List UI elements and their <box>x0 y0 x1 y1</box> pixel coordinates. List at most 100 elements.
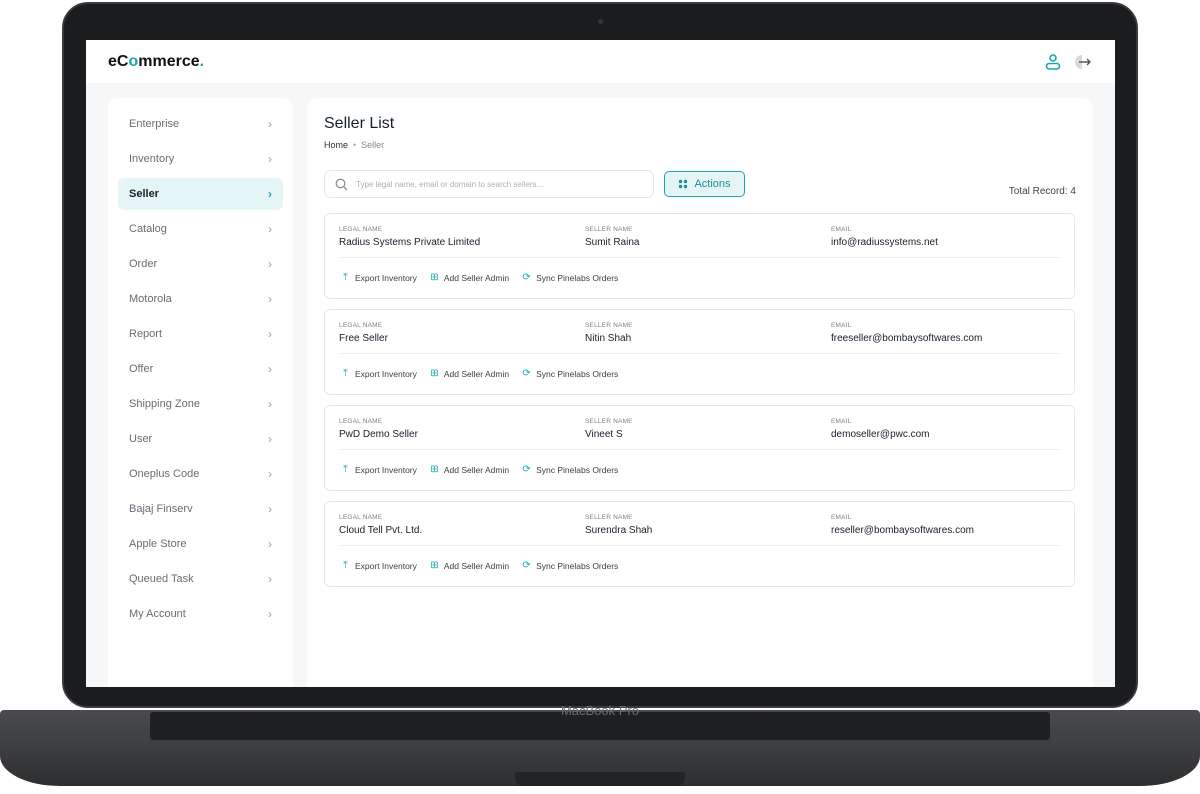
grid-icon <box>679 179 688 189</box>
plus-square-icon: ⊞ <box>430 272 439 283</box>
sidebar-item-label: Shipping Zone <box>129 398 200 410</box>
total-record: Total Record: 4 <box>1008 186 1076 197</box>
sidebar: Enterprise › Inventory › Seller › Catalog › Orde… <box>108 98 293 687</box>
add-seller-admin-button[interactable]: ⊞ Add Seller Admin <box>429 272 509 283</box>
sidebar-item-inventory[interactable]: Inventory › <box>118 143 283 175</box>
export-inventory-button[interactable]: ⤒ Export Inventory <box>340 464 417 475</box>
legal-label: Legal Name <box>339 418 383 425</box>
logo[interactable]: eCommerce. <box>108 53 204 71</box>
export-label: Export Inventory <box>355 464 417 475</box>
sidebar-item-label: Bajaj Finserv <box>129 503 193 515</box>
seller-field: Seller Name Sumit Raina <box>585 226 639 248</box>
sidebar-item-seller[interactable]: Seller › <box>118 178 283 210</box>
export-inventory-button[interactable]: ⤒ Export Inventory <box>340 560 417 571</box>
breadcrumb-home[interactable]: Home <box>324 140 348 150</box>
legal-field: Legal Name PwD Demo Seller <box>339 418 418 440</box>
legal-value: Radius Systems Private Limited <box>339 237 481 248</box>
search-box[interactable] <box>324 170 654 198</box>
legal-field: Legal Name Radius Systems Private Limited <box>339 226 480 248</box>
sidebar-item-order[interactable]: Order › <box>118 248 283 280</box>
legal-value: PwD Demo Seller <box>339 429 418 440</box>
top-bar: eCommerce. <box>86 40 1115 83</box>
sidebar-item-queued-task[interactable]: Queued Task › <box>118 563 283 595</box>
seller-value: Surendra Shah <box>585 525 653 536</box>
sync-icon: ⟳ <box>522 368 531 379</box>
logout-icon[interactable] <box>1074 54 1092 70</box>
trackpad-notch <box>515 772 685 786</box>
sync-pinelabs-orders-button[interactable]: ⟳ Sync Pinelabs Orders <box>521 272 618 283</box>
sidebar-item-bajaj-finserv[interactable]: Bajaj Finserv › <box>118 493 283 525</box>
chevron-right-icon: › <box>268 117 272 131</box>
legal-field: Legal Name Cloud Tell Pvt. Ltd. <box>339 514 422 536</box>
email-value: demoseller@pwc.com <box>831 429 930 440</box>
add-admin-label: Add Seller Admin <box>443 560 510 571</box>
sidebar-item-my-account[interactable]: My Account › <box>118 598 283 630</box>
seller-label: Seller Name <box>585 418 633 425</box>
seller-card[interactable]: Legal Name PwD Demo Seller Seller Name Vine… <box>324 405 1075 491</box>
breadcrumb: Home • Seller <box>324 140 385 150</box>
upload-icon: ⤒ <box>343 560 348 571</box>
sidebar-item-label: Offer <box>129 363 154 375</box>
chevron-right-icon: › <box>268 222 272 236</box>
export-label: Export Inventory <box>355 272 417 283</box>
seller-label: Seller Name <box>585 514 633 521</box>
chevron-right-icon: › <box>268 502 272 516</box>
sidebar-item-apple-store[interactable]: Apple Store › <box>118 528 283 560</box>
add-seller-admin-button[interactable]: ⊞ Add Seller Admin <box>429 368 509 379</box>
export-inventory-button[interactable]: ⤒ Export Inventory <box>340 368 417 379</box>
chevron-right-icon: › <box>268 152 272 166</box>
legal-label: Legal Name <box>339 226 383 233</box>
divider <box>339 353 1060 354</box>
email-field: Email info@radiussystems.net <box>831 226 938 248</box>
chevron-right-icon: › <box>268 432 272 446</box>
sidebar-item-label: Inventory <box>129 153 175 165</box>
seller-card[interactable]: Legal Name Radius Systems Private Limited… <box>324 213 1075 299</box>
sidebar-item-catalog[interactable]: Catalog › <box>118 213 283 245</box>
email-field: Email demoseller@pwc.com <box>831 418 930 440</box>
sidebar-item-report[interactable]: Report › <box>118 318 283 350</box>
legal-value: Free Seller <box>339 333 388 344</box>
email-value: reseller@bombaysoftwares.com <box>831 525 974 536</box>
sidebar-item-motorola[interactable]: Motorola › <box>118 283 283 315</box>
chevron-right-icon: › <box>268 397 272 411</box>
sync-icon: ⟳ <box>522 464 531 475</box>
chevron-right-icon: › <box>268 607 272 621</box>
add-seller-admin-button[interactable]: ⊞ Add Seller Admin <box>429 464 509 475</box>
seller-card[interactable]: Legal Name Cloud Tell Pvt. Ltd. Seller Nam… <box>324 501 1075 587</box>
sidebar-item-enterprise[interactable]: Enterprise › <box>118 108 283 140</box>
seller-card[interactable]: Legal Name Free Seller Seller Name Nitin Sh… <box>324 309 1075 395</box>
seller-field: Seller Name Surendra Shah <box>585 514 652 536</box>
legal-label: Legal Name <box>339 322 383 329</box>
sidebar-item-offer[interactable]: Offer › <box>118 353 283 385</box>
main-panel: Seller List Home•Seller Actions Total Re… <box>307 98 1093 687</box>
sync-icon: ⟳ <box>522 272 531 283</box>
search-input[interactable] <box>356 179 646 189</box>
seller-label: Seller Name <box>585 226 633 233</box>
sync-pinelabs-orders-button[interactable]: ⟳ Sync Pinelabs Orders <box>521 464 618 475</box>
export-inventory-button[interactable]: ⤒ Export Inventory <box>340 272 417 283</box>
sidebar-item-user[interactable]: User › <box>118 423 283 455</box>
legal-value: Cloud Tell Pvt. Ltd. <box>339 525 423 536</box>
sidebar-item-oneplus-code[interactable]: Oneplus Code › <box>118 458 283 490</box>
user-icon[interactable] <box>1044 53 1062 71</box>
sidebar-item-shipping-zone[interactable]: Shipping Zone › <box>118 388 283 420</box>
sync-label: Sync Pinelabs Orders <box>536 464 619 475</box>
legal-label: Legal Name <box>339 514 383 521</box>
email-label: Email <box>831 418 852 425</box>
actions-label: Actions <box>694 178 731 190</box>
chevron-right-icon: › <box>268 187 272 201</box>
divider <box>339 545 1060 546</box>
chevron-right-icon: › <box>268 292 272 306</box>
actions-button[interactable]: Actions <box>664 171 745 197</box>
email-value: freeseller@bombaysoftwares.com <box>831 333 983 344</box>
add-seller-admin-button[interactable]: ⊞ Add Seller Admin <box>429 560 509 571</box>
chevron-right-icon: › <box>268 257 272 271</box>
sync-pinelabs-orders-button[interactable]: ⟳ Sync Pinelabs Orders <box>521 560 618 571</box>
chevron-right-icon: › <box>268 362 272 376</box>
sync-pinelabs-orders-button[interactable]: ⟳ Sync Pinelabs Orders <box>521 368 618 379</box>
sync-label: Sync Pinelabs Orders <box>536 560 619 571</box>
sync-icon: ⟳ <box>522 560 531 571</box>
page-title: Seller List <box>324 115 395 132</box>
camera <box>598 19 603 24</box>
divider <box>339 257 1060 258</box>
